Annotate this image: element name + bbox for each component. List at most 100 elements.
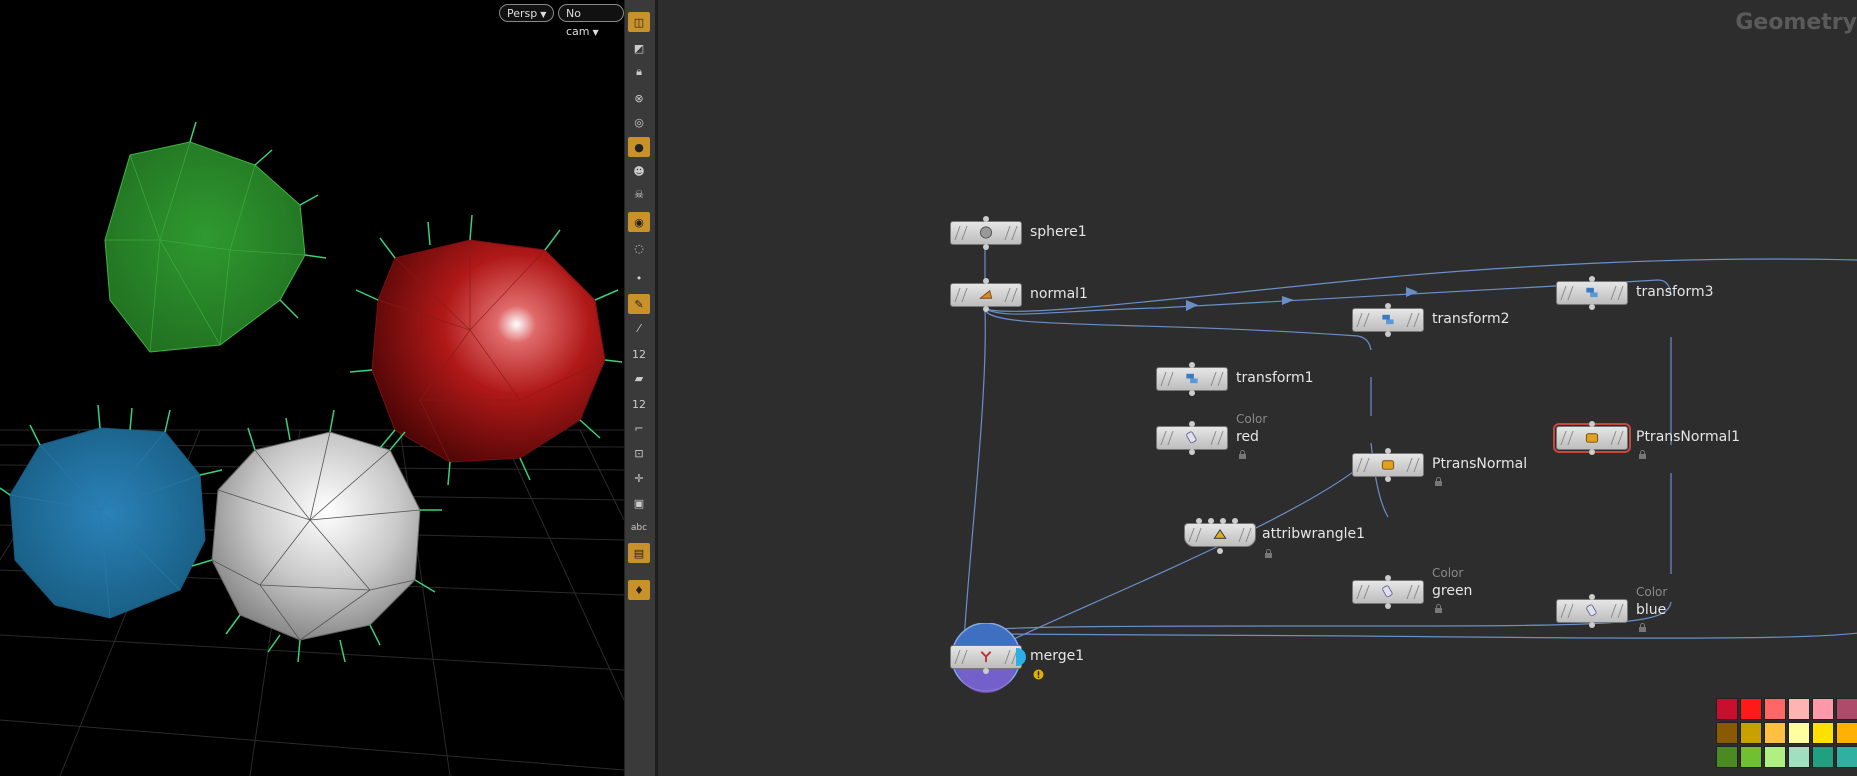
input-connector[interactable] <box>1208 518 1214 524</box>
color-swatch[interactable] <box>1740 698 1762 720</box>
primitive-icon[interactable]: ▰ <box>628 368 650 388</box>
input-connector[interactable] <box>1385 575 1391 581</box>
output-connector[interactable] <box>1385 476 1391 482</box>
shading-icon[interactable]: ◩ <box>628 38 650 58</box>
output-connector[interactable] <box>1589 304 1595 310</box>
visibility-icon[interactable]: ◌ <box>628 238 650 258</box>
input-connector[interactable] <box>1220 518 1226 524</box>
node-ptransnormal1[interactable]: PtransNormal1 <box>1553 421 1740 459</box>
color-swatch[interactable] <box>1788 746 1810 768</box>
transform-icon <box>1586 287 1598 298</box>
primitive-number-icon[interactable]: 12 <box>628 394 650 414</box>
input-connector[interactable] <box>1189 421 1195 427</box>
paint-brush-icon[interactable]: ✎ <box>628 294 650 314</box>
camera-icon[interactable]: ◉ <box>628 212 650 232</box>
skull-alt-icon[interactable]: ☠ <box>628 184 650 204</box>
white-sphere <box>211 431 421 641</box>
input-connector[interactable] <box>1385 448 1391 454</box>
lock-icon[interactable] <box>1434 604 1443 613</box>
color-swatch[interactable] <box>1716 746 1738 768</box>
display-options-icon[interactable]: ◫ <box>628 12 650 32</box>
blue-sphere <box>9 427 206 619</box>
node-blue[interactable]: Color blue <box>1556 585 1667 632</box>
color-swatch[interactable] <box>1740 722 1762 744</box>
node-red[interactable]: Color red <box>1156 412 1267 459</box>
input-connector[interactable] <box>983 278 989 284</box>
color-swatch[interactable] <box>1740 746 1762 768</box>
text-label-icon[interactable]: abc <box>628 518 650 538</box>
point-icon[interactable]: • <box>628 268 650 288</box>
lock-icon[interactable] <box>1238 450 1247 459</box>
eyedropper-icon[interactable]: ⁄ <box>628 318 650 338</box>
input-connector[interactable] <box>1385 303 1391 309</box>
chevron-down-icon: ▼ <box>592 28 599 37</box>
point-number-icon[interactable]: 12 <box>628 344 650 364</box>
sphere-display-icon[interactable]: ◎ <box>628 112 650 132</box>
input-connector[interactable] <box>1196 518 1202 524</box>
color-swatch[interactable] <box>1812 698 1834 720</box>
input-connector[interactable] <box>1589 276 1595 282</box>
input-connector[interactable] <box>983 216 989 222</box>
node-attribwrangle1[interactable]: attribwrangle1 <box>1184 518 1365 558</box>
output-connector[interactable] <box>1189 390 1195 396</box>
color-icon <box>1186 431 1197 444</box>
output-connector[interactable] <box>1589 622 1595 628</box>
angle-icon[interactable]: ⌐ <box>628 418 650 438</box>
input-connector[interactable] <box>1232 518 1238 524</box>
node-sphere1[interactable]: sphere1 <box>950 216 1087 250</box>
color-swatch[interactable] <box>1836 698 1857 720</box>
color-swatch[interactable] <box>1812 746 1834 768</box>
node-network-editor[interactable]: Geometry sphere1 normal1 transform1 Colo… <box>658 0 1857 776</box>
transform-icon <box>1186 373 1198 384</box>
skull-icon[interactable]: ☻ <box>628 161 650 181</box>
lock-icon[interactable] <box>1264 549 1273 558</box>
color-swatch[interactable] <box>1788 722 1810 744</box>
color-swatch[interactable] <box>1836 746 1857 768</box>
lock-icon[interactable] <box>1434 477 1443 486</box>
output-connector[interactable] <box>1217 548 1223 554</box>
output-connector[interactable] <box>983 668 989 674</box>
color-swatch[interactable] <box>1764 746 1786 768</box>
color-swatch[interactable] <box>1812 722 1834 744</box>
output-connector[interactable] <box>983 306 989 312</box>
image-icon[interactable]: ▤ <box>628 543 650 563</box>
node-ptransnormal[interactable]: PtransNormal <box>1352 448 1527 486</box>
node-transform1[interactable]: transform1 <box>1156 362 1314 396</box>
color-swatch[interactable] <box>1716 698 1738 720</box>
node-name: red <box>1236 429 1259 445</box>
warning-icon[interactable] <box>1033 669 1044 680</box>
chevron-down-icon: ▼ <box>540 10 547 19</box>
input-connector[interactable] <box>1589 421 1595 427</box>
node-name: green <box>1432 583 1473 599</box>
perspective-menu-button[interactable]: Persp ▼ <box>499 4 555 22</box>
light-icon[interactable]: ● <box>628 137 650 157</box>
output-connector[interactable] <box>1385 331 1391 337</box>
node-merge1[interactable]: merge1 <box>950 623 1084 693</box>
input-connector[interactable] <box>1589 594 1595 600</box>
output-connector[interactable] <box>1385 603 1391 609</box>
output-connector[interactable] <box>983 244 989 250</box>
scene-viewport[interactable]: Persp ▼ No cam ▼ <box>0 0 624 776</box>
pin-icon[interactable]: ♦ <box>628 580 650 600</box>
node-name: PtransNormal <box>1432 456 1528 472</box>
frame-icon[interactable]: ▣ <box>628 493 650 513</box>
node-transform3[interactable]: transform3 <box>1556 276 1714 310</box>
node-transform2[interactable]: transform2 <box>1352 303 1510 337</box>
lock-icon[interactable] <box>1638 623 1647 632</box>
handle-icon[interactable]: ✛ <box>628 468 650 488</box>
input-connector[interactable] <box>1189 362 1195 368</box>
color-swatch[interactable] <box>1836 722 1857 744</box>
output-connector[interactable] <box>1189 449 1195 455</box>
lock-icon[interactable] <box>1638 450 1647 459</box>
color-swatch[interactable] <box>1716 722 1738 744</box>
color-swatch[interactable] <box>1788 698 1810 720</box>
node-green[interactable]: Color green <box>1352 566 1472 613</box>
ghost-icon[interactable]: ⊗ <box>628 88 650 108</box>
output-connector[interactable] <box>1589 449 1595 455</box>
lock-icon[interactable]: 🔒︎ <box>628 62 650 82</box>
snap-icon[interactable]: ⊡ <box>628 443 650 463</box>
color-swatch[interactable] <box>1764 722 1786 744</box>
color-swatch[interactable] <box>1764 698 1786 720</box>
node-normal1[interactable]: normal1 <box>950 278 1088 312</box>
camera-menu-button[interactable]: No cam ▼ <box>558 4 624 38</box>
